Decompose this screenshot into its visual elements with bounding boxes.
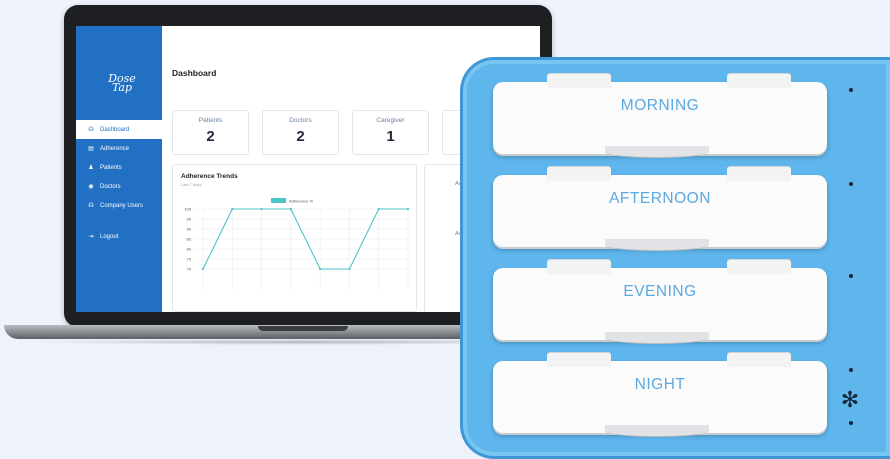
data-point <box>201 267 205 271</box>
sidebar-item-company-users[interactable]: ☊ Company Users <box>76 196 162 215</box>
doctors-icon: ◉ <box>88 184 94 190</box>
y-tick-label: 95 <box>187 217 192 222</box>
compartment-tab <box>547 260 611 274</box>
patients-icon: ♟ <box>88 165 94 171</box>
adherence-icon: ▤ <box>88 146 94 152</box>
compartment-label: AFTERNOON <box>609 190 711 207</box>
compartment-label: NIGHT <box>634 376 686 393</box>
sidebar-item-patients[interactable]: ♟ Patients <box>76 158 162 177</box>
status-light <box>849 421 853 425</box>
data-point <box>406 207 410 211</box>
sidebar-item-label: Logout <box>100 233 119 240</box>
stat-card-value: 2 <box>296 128 305 145</box>
snowflake-logo-icon: ✻ <box>840 387 860 412</box>
compartment-lid-lip <box>605 146 709 158</box>
sidebar: Dose Tap ☊ Dashboard ▤ Adherence ♟ Patie… <box>76 26 162 312</box>
sidebar-item-dashboard[interactable]: ☊ Dashboard <box>76 120 162 139</box>
page-title: Dashboard <box>172 68 217 78</box>
compartment-tab <box>727 260 791 274</box>
app-logo: Dose Tap <box>102 73 142 93</box>
stat-card-label: Caregiver <box>376 117 405 124</box>
compartment-lid-lip <box>605 332 709 344</box>
adherence-trends-panel: Adherence Trends Last 7 days 100 95 90 85 80… <box>172 164 417 312</box>
stat-card-value: 1 <box>386 128 395 145</box>
indicator-light-night <box>849 368 853 372</box>
compartment-tab <box>727 74 791 88</box>
legend-swatch <box>271 198 286 203</box>
compartment-night[interactable]: NIGHT <box>493 353 827 437</box>
sidebar-item-label: Dashboard <box>100 126 130 133</box>
compartment-label: MORNING <box>620 97 700 114</box>
y-tick-label: 85 <box>187 237 192 242</box>
stat-card-label: Patients <box>198 117 223 124</box>
sidebar-item-label: Adherence <box>100 145 130 152</box>
stat-card-caregiver[interactable]: Caregiver 1 <box>352 110 429 155</box>
stat-card-patients[interactable]: Patients 2 <box>172 110 249 155</box>
data-point <box>289 207 292 211</box>
sidebar-item-adherence[interactable]: ▤ Adherence <box>76 139 162 158</box>
y-tick-label: 70 <box>187 267 192 272</box>
compartment-tab <box>727 353 791 367</box>
y-tick-label: 90 <box>187 227 192 232</box>
indicator-light-evening <box>849 274 853 278</box>
sidebar-item-label: Doctors <box>100 183 121 190</box>
sidebar-nav: ☊ Dashboard ▤ Adherence ♟ Patients ◉ Doc… <box>76 120 162 246</box>
compartment-tab <box>547 353 611 367</box>
y-tick-label: 75 <box>187 257 192 262</box>
data-point <box>260 207 263 211</box>
legend-label: Adherence % <box>289 199 313 204</box>
sidebar-item-doctors[interactable]: ◉ Doctors <box>76 177 162 196</box>
adherence-line-chart: 100 95 90 85 80 75 70 Adherence % <box>184 198 410 289</box>
compartment-label: EVENING <box>623 283 697 300</box>
y-tick-label: 100 <box>184 207 191 212</box>
compartment-lid-lip <box>605 239 709 251</box>
logout-icon: ⇥ <box>88 234 94 240</box>
stat-card-value: 2 <box>206 128 215 145</box>
compartment-lid-lip <box>605 425 709 437</box>
stat-card-label: Doctors <box>289 117 312 124</box>
compartment-evening[interactable]: EVENING <box>493 260 827 344</box>
dashboard-icon: ☊ <box>88 127 94 133</box>
indicator-light-afternoon <box>849 182 853 186</box>
data-point <box>231 207 234 211</box>
company-users-icon: ☊ <box>88 203 94 209</box>
data-point <box>319 267 322 271</box>
compartment-tab <box>547 167 611 181</box>
compartment-morning[interactable]: MORNING <box>493 74 827 158</box>
data-point <box>377 207 380 211</box>
stat-card-doctors[interactable]: Doctors 2 <box>262 110 339 155</box>
compartment-tab <box>727 167 791 181</box>
indicator-light-morning <box>849 88 853 92</box>
y-tick-label: 80 <box>187 247 192 252</box>
laptop-notch <box>258 326 348 331</box>
compartment-afternoon[interactable]: AFTERNOON <box>493 167 827 251</box>
data-point <box>348 267 351 271</box>
pill-organizer: MORNING AFTERNOON EVENING NIGHT ✻ <box>460 57 890 459</box>
compartment-tab <box>547 74 611 88</box>
sidebar-item-logout[interactable]: ⇥ Logout <box>76 227 162 246</box>
sidebar-item-label: Company Users <box>100 202 144 209</box>
sidebar-item-label: Patients <box>100 164 122 171</box>
